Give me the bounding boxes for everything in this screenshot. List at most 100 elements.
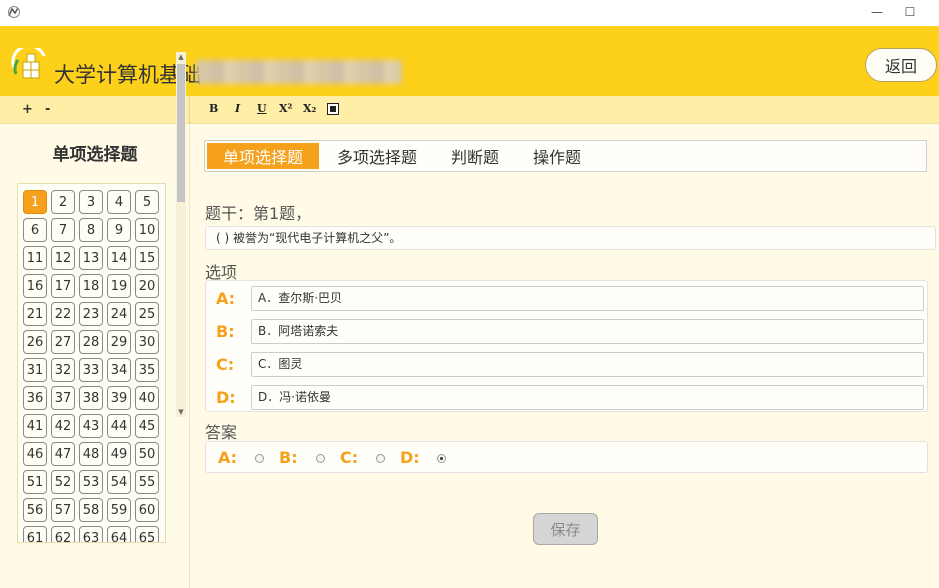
question-number-button[interactable]: 18 — [79, 274, 103, 298]
question-number-button[interactable]: 32 — [51, 358, 75, 382]
question-number-button[interactable]: 39 — [107, 386, 131, 410]
scrollbar-thumb[interactable] — [177, 64, 185, 202]
question-number-button[interactable]: 4 — [107, 190, 131, 214]
question-number-button[interactable]: 24 — [107, 302, 131, 326]
question-number-button[interactable]: 38 — [79, 386, 103, 410]
superscript-button[interactable]: X² — [279, 102, 292, 115]
question-number-button[interactable]: 20 — [135, 274, 159, 298]
image-icon[interactable] — [327, 103, 339, 115]
question-number-button[interactable]: 62 — [51, 526, 75, 542]
question-number-button[interactable]: 53 — [79, 470, 103, 494]
question-number-button[interactable]: 12 — [51, 246, 75, 270]
question-number-button[interactable]: 49 — [107, 442, 131, 466]
question-number-button[interactable]: 9 — [107, 218, 131, 242]
question-number-button[interactable]: 35 — [135, 358, 159, 382]
question-number-button[interactable]: 23 — [79, 302, 103, 326]
zoom-out-button[interactable]: - — [45, 102, 50, 117]
question-number-button[interactable]: 56 — [23, 498, 47, 522]
question-number-button[interactable]: 14 — [107, 246, 131, 270]
question-number-button[interactable]: 33 — [79, 358, 103, 382]
tab-single-choice[interactable]: 单项选择题 — [207, 143, 319, 169]
question-number-button[interactable]: 25 — [135, 302, 159, 326]
question-number-button[interactable]: 11 — [23, 246, 47, 270]
answer-a-radio[interactable] — [255, 454, 264, 463]
back-button[interactable]: 返回 — [865, 48, 937, 82]
minimize-button[interactable]: — — [860, 2, 894, 22]
question-number-button[interactable]: 6 — [23, 218, 47, 242]
option-a-input[interactable]: A．查尔斯·巴贝 — [251, 286, 924, 311]
question-type-tabs: 单项选择题 多项选择题 判断题 操作题 — [204, 140, 927, 172]
question-number-button[interactable]: 45 — [135, 414, 159, 438]
question-number-button[interactable]: 5 — [135, 190, 159, 214]
question-number-button[interactable]: 47 — [51, 442, 75, 466]
question-number-button[interactable]: 7 — [51, 218, 75, 242]
question-number-button[interactable]: 63 — [79, 526, 103, 542]
question-number-button[interactable]: 57 — [51, 498, 75, 522]
app-window: — ☐ 大学计算机基础 返回 + - B I U X² X₂ 单项选择题 123… — [0, 0, 939, 588]
question-number-button[interactable]: 1 — [23, 190, 47, 214]
subscript-button[interactable]: X₂ — [303, 102, 316, 115]
scroll-down-icon[interactable]: ▼ — [176, 407, 186, 417]
question-number-button[interactable]: 59 — [107, 498, 131, 522]
question-number-button[interactable]: 50 — [135, 442, 159, 466]
question-number-button[interactable]: 58 — [79, 498, 103, 522]
question-grid-scrollbar[interactable]: ▲ ▼ — [176, 52, 186, 417]
tab-multiple-choice[interactable]: 多项选择题 — [327, 143, 427, 169]
question-number-button[interactable]: 55 — [135, 470, 159, 494]
question-number-button[interactable]: 29 — [107, 330, 131, 354]
question-number-button[interactable]: 26 — [23, 330, 47, 354]
question-number-button[interactable]: 40 — [135, 386, 159, 410]
bold-button[interactable]: B — [209, 102, 218, 115]
question-number-button[interactable]: 61 — [23, 526, 47, 542]
question-number-button[interactable]: 16 — [23, 274, 47, 298]
question-number-button[interactable]: 37 — [51, 386, 75, 410]
zoom-in-button[interactable]: + — [22, 102, 33, 117]
option-d-input[interactable]: D．冯·诺依曼 — [251, 385, 924, 410]
option-b-input[interactable]: B．阿塔诺索夫 — [251, 319, 924, 344]
question-number-button[interactable]: 64 — [107, 526, 131, 542]
question-number-button[interactable]: 31 — [23, 358, 47, 382]
answer-d-radio[interactable] — [437, 454, 446, 463]
italic-button[interactable]: I — [235, 102, 240, 115]
scroll-up-icon[interactable]: ▲ — [176, 52, 186, 62]
question-number-button[interactable]: 19 — [107, 274, 131, 298]
question-number-button[interactable]: 43 — [79, 414, 103, 438]
tab-true-false[interactable]: 判断题 — [439, 143, 511, 169]
question-number-button[interactable]: 54 — [107, 470, 131, 494]
question-number-button[interactable]: 10 — [135, 218, 159, 242]
question-number-button[interactable]: 60 — [135, 498, 159, 522]
question-number-button[interactable]: 27 — [51, 330, 75, 354]
question-number-button[interactable]: 21 — [23, 302, 47, 326]
question-number-grid: 1 2 3 4 5 6 7 8 9 10 11 12 13 14 15 16 17 18 19 20 21 22 23 24 2… — [23, 190, 159, 542]
question-number-button[interactable]: 36 — [23, 386, 47, 410]
answer-b-radio[interactable] — [316, 454, 325, 463]
question-number-button[interactable]: 17 — [51, 274, 75, 298]
question-number-button[interactable]: 44 — [107, 414, 131, 438]
save-button[interactable]: 保存 — [533, 513, 598, 545]
question-number-button[interactable]: 8 — [79, 218, 103, 242]
question-number-button[interactable]: 48 — [79, 442, 103, 466]
question-number-button[interactable]: 65 — [135, 526, 159, 542]
maximize-button[interactable]: ☐ — [893, 2, 927, 22]
question-number-button[interactable]: 46 — [23, 442, 47, 466]
question-grid-box: 1 2 3 4 5 6 7 8 9 10 11 12 13 14 15 16 17 18 19 20 21 22 23 24 2… — [17, 183, 166, 543]
question-number-button[interactable]: 30 — [135, 330, 159, 354]
question-number-button[interactable]: 52 — [51, 470, 75, 494]
stem-text-field[interactable]: ( ) 被誉为“现代电子计算机之父”。 — [205, 226, 936, 250]
question-number-button[interactable]: 28 — [79, 330, 103, 354]
option-d-letter: D: — [216, 388, 236, 407]
answer-c-radio[interactable] — [376, 454, 385, 463]
tab-operation[interactable]: 操作题 — [521, 143, 593, 169]
question-number-button[interactable]: 34 — [107, 358, 131, 382]
option-c-input[interactable]: C．图灵 — [251, 352, 924, 377]
question-number-button[interactable]: 15 — [135, 246, 159, 270]
question-number-button[interactable]: 2 — [51, 190, 75, 214]
question-number-button[interactable]: 41 — [23, 414, 47, 438]
question-number-button[interactable]: 51 — [23, 470, 47, 494]
question-number-button[interactable]: 42 — [51, 414, 75, 438]
app-icon — [8, 6, 20, 18]
underline-button[interactable]: U — [257, 102, 267, 115]
question-number-button[interactable]: 3 — [79, 190, 103, 214]
question-number-button[interactable]: 13 — [79, 246, 103, 270]
question-number-button[interactable]: 22 — [51, 302, 75, 326]
